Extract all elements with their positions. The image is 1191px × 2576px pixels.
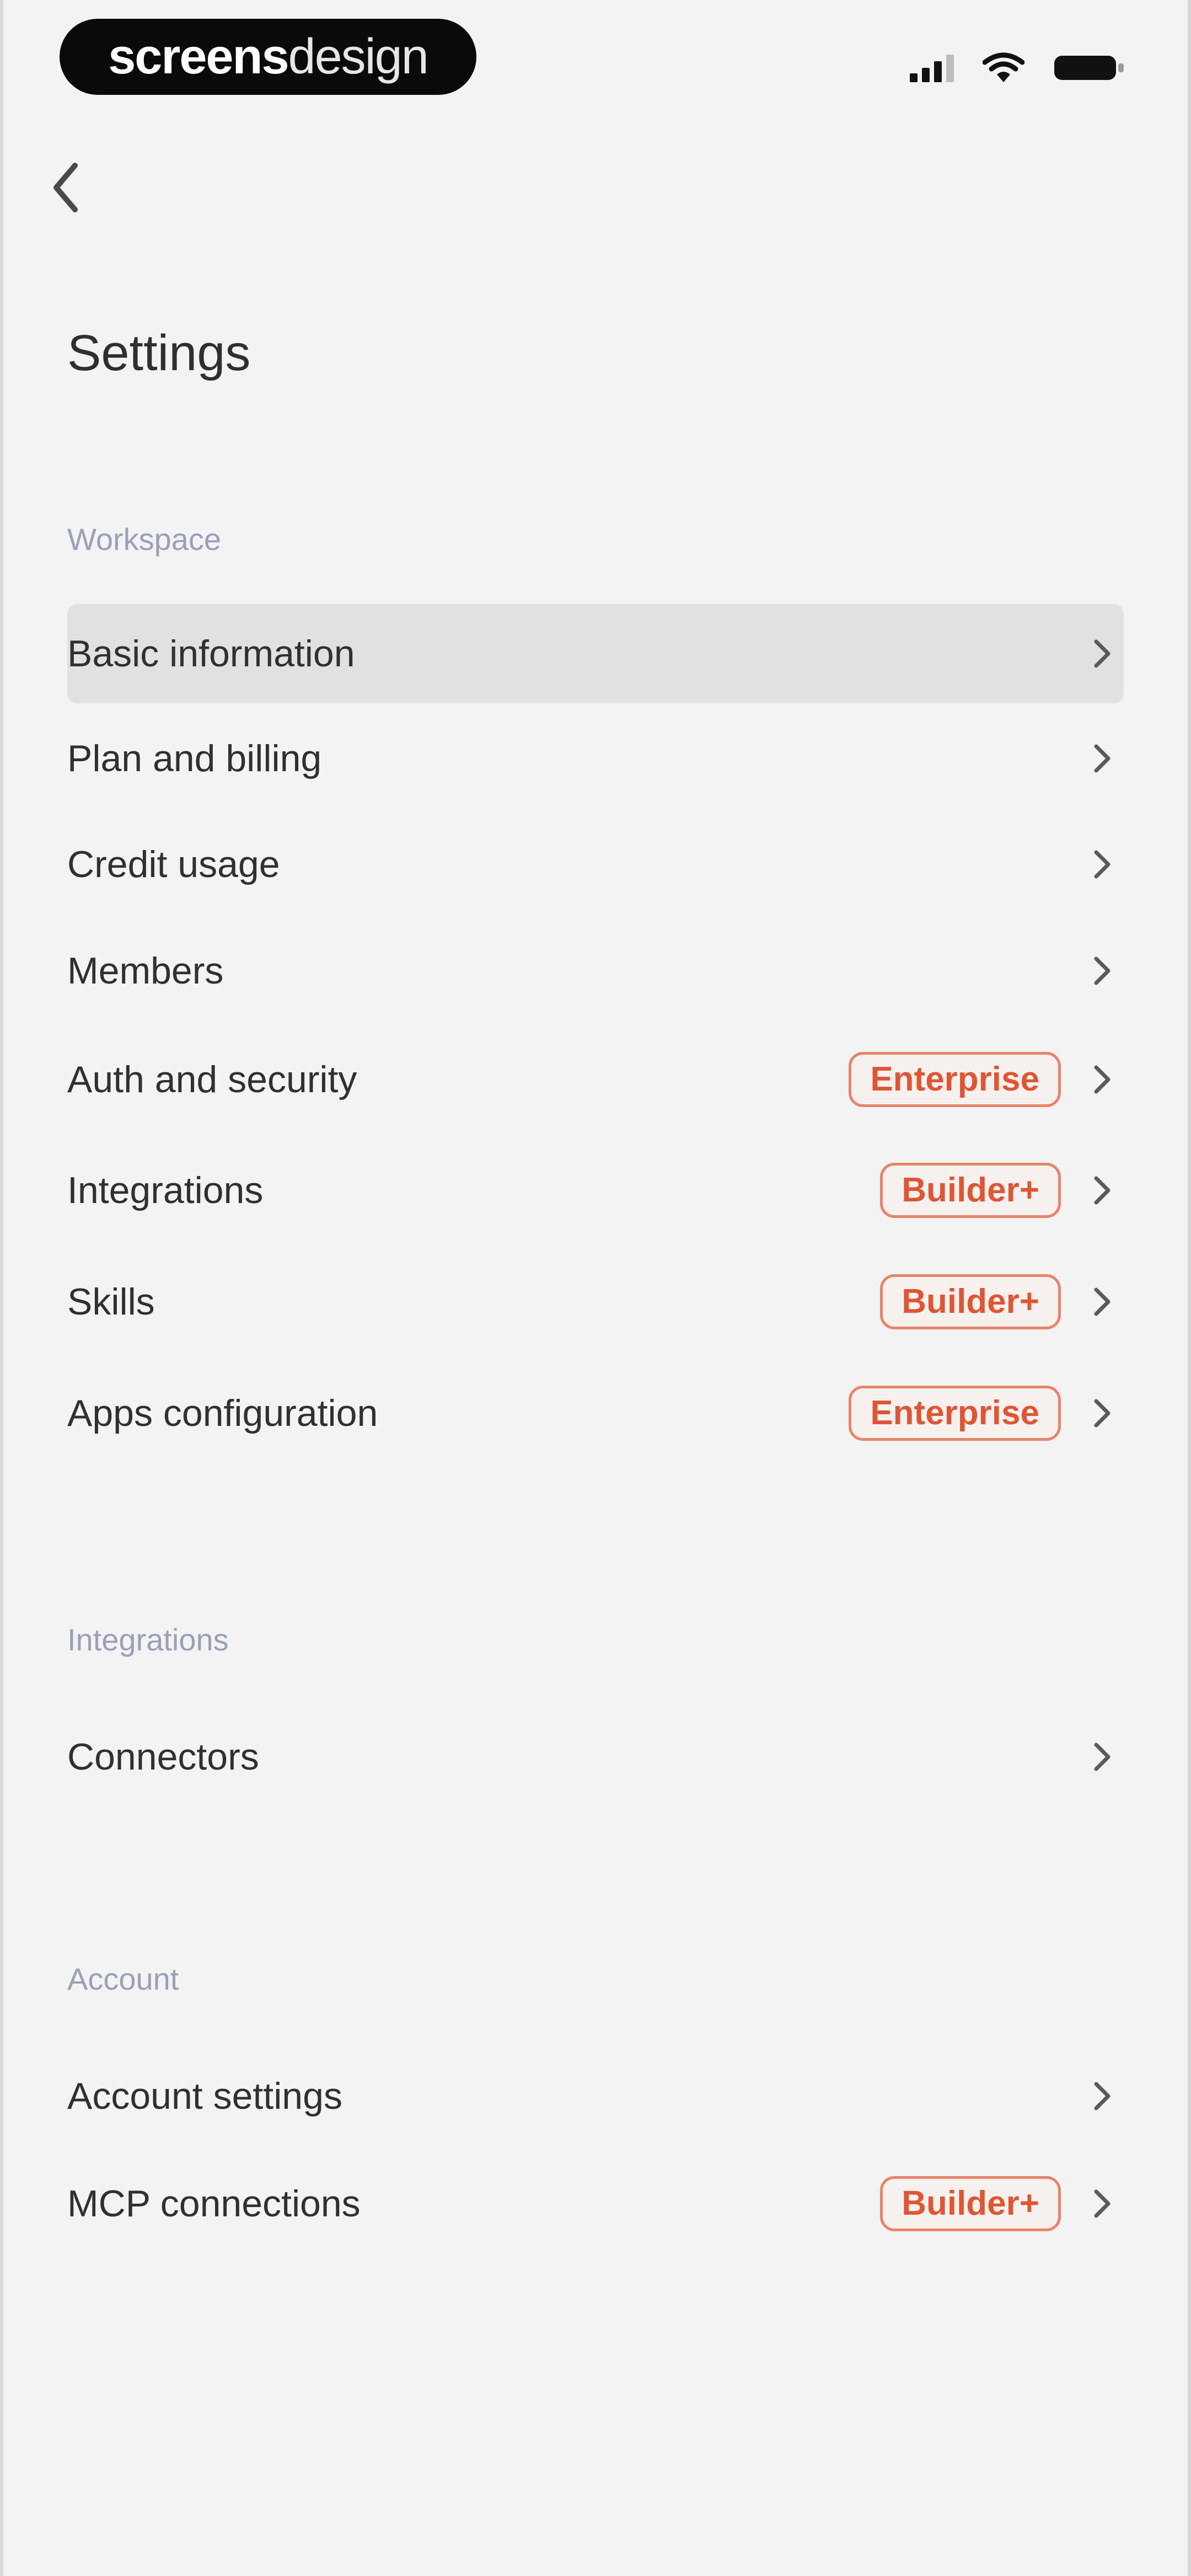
row-label: MCP connections bbox=[67, 2183, 361, 2225]
chevron-right-icon bbox=[1085, 1285, 1118, 1318]
settings-row-basic-information[interactable]: Basic information bbox=[67, 604, 1124, 703]
settings-row-skills[interactable]: Skills Builder+ bbox=[67, 1252, 1124, 1351]
back-button[interactable] bbox=[44, 154, 88, 221]
settings-row-credit-usage[interactable]: Credit usage bbox=[67, 815, 1124, 914]
settings-row-members[interactable]: Members bbox=[67, 921, 1124, 1020]
signal-icon bbox=[910, 54, 954, 82]
row-label: Apps configuration bbox=[67, 1392, 378, 1434]
settings-row-plan-and-billing[interactable]: Plan and billing bbox=[67, 709, 1124, 808]
settings-row-integrations[interactable]: Integrations Builder+ bbox=[67, 1141, 1124, 1240]
chevron-right-icon bbox=[1085, 1063, 1118, 1096]
plan-badge-enterprise: Enterprise bbox=[849, 1052, 1061, 1107]
plan-badge-builder-plus: Builder+ bbox=[880, 2176, 1061, 2231]
battery-icon bbox=[1054, 56, 1124, 80]
row-label: Members bbox=[67, 950, 224, 992]
settings-row-auth-and-security[interactable]: Auth and security Enterprise bbox=[67, 1030, 1124, 1129]
chevron-right-icon bbox=[1085, 1740, 1118, 1773]
row-label: Integrations bbox=[67, 1169, 264, 1211]
status-bar: screensdesign bbox=[0, 0, 1191, 110]
chevron-right-icon bbox=[1085, 1174, 1118, 1207]
row-label: Auth and security bbox=[67, 1059, 357, 1100]
chevron-right-icon bbox=[1085, 848, 1118, 881]
brand-wordmark: screensdesign bbox=[108, 29, 429, 84]
settings-row-connectors[interactable]: Connectors bbox=[67, 1707, 1124, 1807]
brand-logo: screensdesign bbox=[60, 19, 476, 95]
chevron-right-icon bbox=[1085, 2080, 1118, 2113]
row-label: Credit usage bbox=[67, 843, 280, 885]
settings-row-mcp-connections[interactable]: MCP connections Builder+ bbox=[67, 2154, 1124, 2253]
row-label: Account settings bbox=[67, 2075, 342, 2117]
chevron-right-icon bbox=[1085, 2187, 1118, 2220]
plan-badge-builder-plus: Builder+ bbox=[880, 1163, 1061, 1218]
plan-badge-enterprise: Enterprise bbox=[849, 1386, 1061, 1441]
brand-part-2: design bbox=[288, 29, 429, 84]
chevron-right-icon bbox=[1085, 954, 1118, 987]
chevron-left-icon bbox=[53, 163, 78, 212]
plan-badge-builder-plus: Builder+ bbox=[880, 1274, 1061, 1329]
page-title: Settings bbox=[67, 325, 251, 381]
status-icons bbox=[910, 49, 1125, 87]
row-label: Basic information bbox=[67, 633, 355, 675]
section-label-workspace: Workspace bbox=[67, 522, 222, 557]
chevron-right-icon bbox=[1085, 637, 1118, 670]
chevron-right-icon bbox=[1085, 1397, 1118, 1430]
brand-part-1: screens bbox=[108, 29, 289, 84]
row-label: Connectors bbox=[67, 1736, 259, 1778]
section-label-account: Account bbox=[67, 1962, 179, 1996]
row-label: Plan and billing bbox=[67, 737, 322, 779]
wifi-icon bbox=[983, 52, 1024, 82]
settings-row-apps-configuration[interactable]: Apps configuration Enterprise bbox=[67, 1364, 1124, 1463]
row-label: Skills bbox=[67, 1281, 155, 1323]
section-label-integrations: Integrations bbox=[67, 1622, 229, 1657]
chevron-right-icon bbox=[1085, 742, 1118, 775]
settings-row-account-settings[interactable]: Account settings bbox=[67, 2046, 1124, 2146]
